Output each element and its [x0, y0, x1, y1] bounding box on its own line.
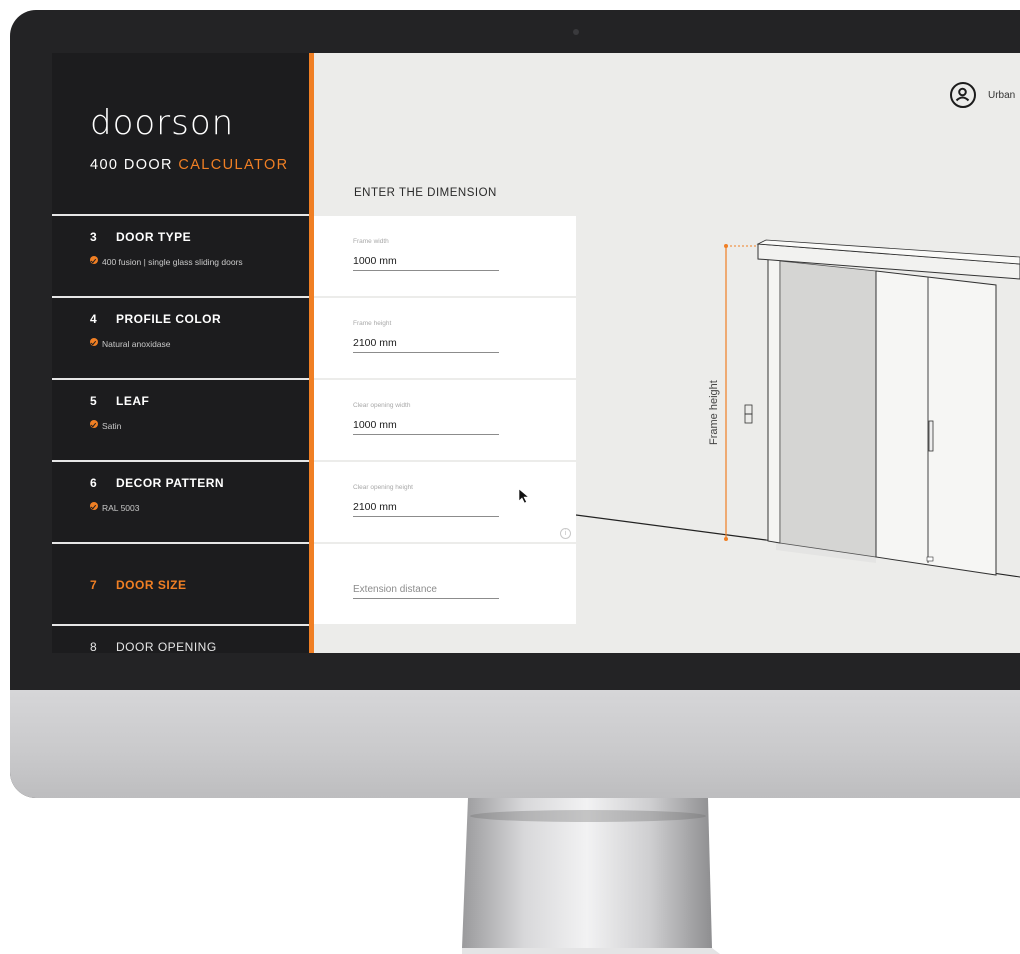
step-selection: 400 fusion | single glass sliding doors [102, 257, 243, 267]
step-name: DOOR OPENING [116, 640, 217, 653]
sidebar-item-leaf[interactable]: 5 LEAF Satin [52, 378, 309, 458]
field-underline [353, 270, 499, 271]
door-drawing: Frame height [576, 239, 1020, 578]
field-label: Frame width [353, 238, 389, 245]
frame-height-field[interactable]: Frame height 2100 mm [314, 298, 576, 378]
user-name[interactable]: Urban [988, 90, 1015, 101]
monitor-chin [10, 690, 1020, 798]
sidebar: doorson 400 DOOR CALCULATOR 3 DOOR TYPE … [52, 53, 309, 653]
title-part2: CALCULATOR [178, 157, 289, 173]
step-name: LEAF [116, 394, 150, 408]
field-label: Clear opening width [353, 402, 411, 409]
step-name: DOOR SIZE [116, 578, 187, 592]
step-name: DECOR PATTERN [116, 476, 225, 490]
field-value[interactable]: 2100 mm [353, 501, 397, 513]
step-number: 8 [90, 640, 98, 653]
mouse-cursor-icon [518, 488, 530, 504]
step-number: 7 [90, 578, 98, 592]
sidebar-item-profile-color[interactable]: 4 PROFILE COLOR Natural anoxidase [52, 296, 309, 376]
field-value[interactable]: 1000 mm [353, 255, 397, 267]
field-label: Frame height [353, 320, 392, 327]
dimension-label: Frame height [708, 380, 720, 445]
info-icon[interactable]: i [560, 528, 571, 539]
field-placeholder[interactable]: Extension distance [353, 584, 437, 595]
step-name: DOOR TYPE [116, 230, 192, 244]
field-label: Clear opening height [353, 484, 413, 491]
field-value[interactable]: 2100 mm [353, 337, 397, 349]
step-number: 5 [90, 394, 98, 408]
screen: doorson 400 DOOR CALCULATOR 3 DOOR TYPE … [52, 53, 1020, 653]
step-selection: RAL 5003 [102, 503, 140, 513]
camera-icon [573, 29, 579, 35]
form-title: ENTER THE DIMENSION [354, 187, 497, 199]
sidebar-item-door-opening[interactable]: 8 DOOR OPENING [52, 624, 309, 653]
page-title: 400 DOOR CALCULATOR [90, 157, 289, 173]
check-icon [90, 502, 98, 510]
frame-width-field[interactable]: Frame width 1000 mm [314, 216, 576, 296]
field-underline [353, 434, 499, 435]
step-selection: Satin [102, 421, 122, 431]
extension-distance-field[interactable]: Extension distance [314, 544, 576, 624]
step-number: 3 [90, 230, 98, 244]
title-part1: 400 DOOR [90, 157, 173, 173]
check-icon [90, 256, 98, 264]
sidebar-item-door-type[interactable]: 3 DOOR TYPE 400 fusion | single glass sl… [52, 214, 309, 294]
sidebar-item-decor-pattern[interactable]: 6 DECOR PATTERN RAL 5003 [52, 460, 309, 540]
check-icon [90, 338, 98, 346]
clear-opening-height-field[interactable]: Clear opening height 2100 mm i [314, 462, 576, 542]
field-underline [353, 352, 499, 353]
field-value[interactable]: 1000 mm [353, 419, 397, 431]
sidebar-item-door-size[interactable]: 7 DOOR SIZE [52, 542, 309, 622]
brand-logo[interactable]: doorson [90, 103, 234, 143]
user-circle-icon[interactable] [950, 82, 976, 108]
step-selection: Natural anoxidase [102, 339, 171, 349]
monitor-stand [462, 798, 720, 954]
step-number: 6 [90, 476, 98, 490]
step-name: PROFILE COLOR [116, 312, 222, 326]
field-underline [353, 516, 499, 517]
field-underline [353, 598, 499, 599]
clear-opening-width-field[interactable]: Clear opening width 1000 mm [314, 380, 576, 460]
check-icon [90, 420, 98, 428]
step-number: 4 [90, 312, 98, 326]
